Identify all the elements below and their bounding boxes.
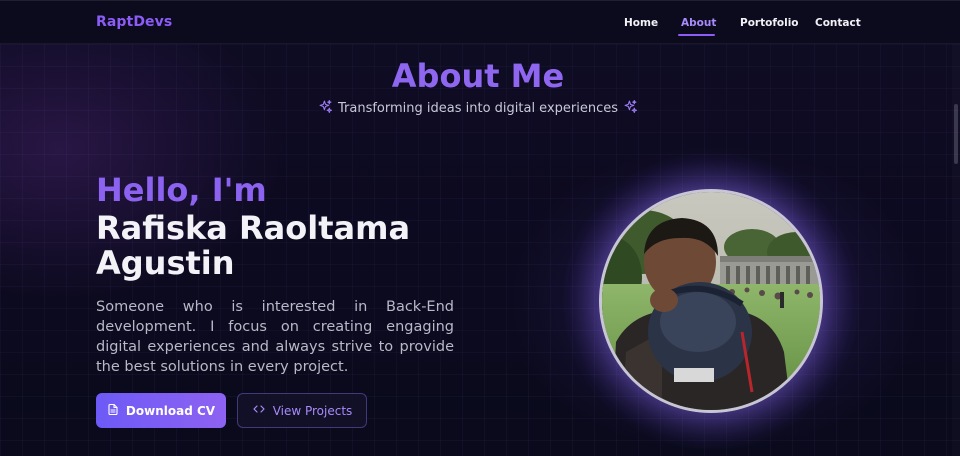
sparkle-icon bbox=[624, 100, 638, 117]
section-subtitle: Transforming ideas into digital experien… bbox=[337, 101, 619, 116]
section-subtitle-row: Transforming ideas into digital experien… bbox=[0, 100, 956, 117]
nav-link-contact[interactable]: Contact bbox=[815, 17, 861, 29]
logo-link[interactable]: RaptDevs bbox=[96, 14, 172, 30]
document-icon bbox=[107, 403, 119, 419]
nav-active-indicator bbox=[678, 34, 715, 36]
download-cv-label: Download CV bbox=[125, 403, 216, 418]
section-title: About Me bbox=[391, 57, 565, 95]
code-icon bbox=[252, 403, 266, 418]
view-projects-button[interactable]: View Projects bbox=[237, 393, 367, 428]
hero-greeting: Hello, I'm bbox=[96, 171, 267, 209]
profile-photo-illustration bbox=[602, 192, 820, 410]
navbar: RaptDevs Home About Portofolio Contact bbox=[0, 0, 960, 44]
hero-name: Rafiska Raoltama Agustin bbox=[96, 209, 411, 282]
nav-link-about[interactable]: About bbox=[681, 17, 716, 29]
download-cv-button[interactable]: Download CV bbox=[96, 393, 226, 428]
page: RaptDevs Home About Portofolio Contact A… bbox=[0, 0, 960, 456]
nav-link-portofolio[interactable]: Portofolio bbox=[740, 17, 799, 29]
nav-link-home[interactable]: Home bbox=[624, 17, 658, 29]
sparkle-icon bbox=[319, 100, 332, 117]
view-projects-label: View Projects bbox=[272, 403, 353, 418]
hero-bio: Someone who is interested in Back-End de… bbox=[96, 299, 454, 375]
profile-photo bbox=[599, 189, 823, 413]
